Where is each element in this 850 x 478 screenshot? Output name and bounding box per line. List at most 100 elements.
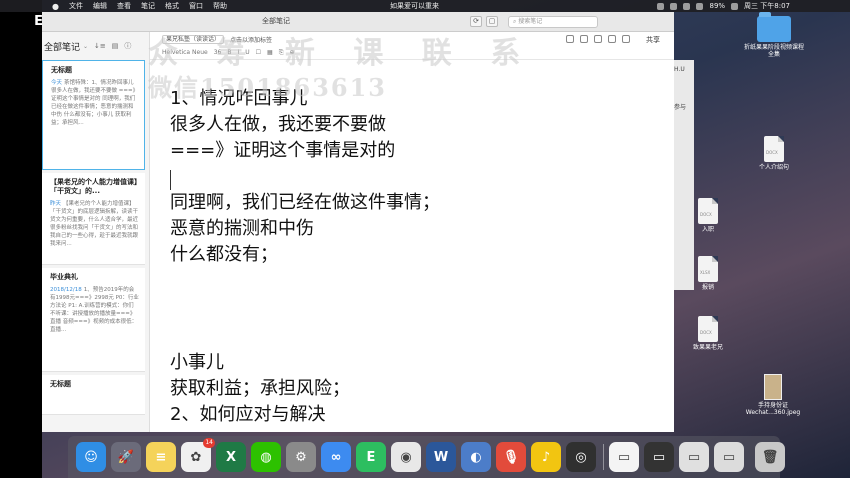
dock-separator [603, 444, 604, 470]
note-card[interactable]: 无标题 今天 茶馆特殊：1、情况昨回事儿 很多人在做，我还要不要做 ===》证明这… [42, 60, 145, 170]
reminder-icon[interactable] [566, 35, 574, 43]
note-date: 昨天 [50, 201, 62, 207]
text-cursor [170, 170, 171, 190]
now-playing[interactable]: 如果爱可以重来 [390, 1, 439, 11]
trash-icon[interactable] [622, 35, 630, 43]
watermark-line: 微信15018636​13 [148, 73, 387, 102]
dock-app-excel[interactable]: X [216, 442, 246, 472]
menu-view[interactable]: 查看 [117, 1, 131, 11]
docx-icon: DOCX [764, 136, 784, 162]
menu-note[interactable]: 笔记 [141, 1, 155, 11]
background-window[interactable]: H.U 参与 [672, 60, 694, 290]
photos-icon: ✿ [190, 449, 202, 465]
note-line: 同理啊，我们已经在做这件事情； [170, 192, 440, 213]
dock-app-preview-2[interactable]: ▭ [644, 442, 674, 472]
desktop-icon-label: 个人介绍句 [758, 164, 789, 171]
note-preview-text: 1、预告2019年的会有1998元===》2998元 P0：行业方法论 P1: … [50, 287, 139, 333]
desktop-file[interactable]: DOCX 致果果老兄 [684, 316, 732, 351]
sync-icon[interactable]: ⟳ [470, 16, 482, 27]
note-line: 什么都没有； [170, 244, 278, 265]
battery-icon[interactable] [731, 2, 739, 10]
note-list-title[interactable]: 全部笔记 [44, 40, 80, 53]
note-list: 全部笔记 ⌄ ↓≡ ▤ ⓘ 无标题 今天 茶馆特殊：1、情况昨回事儿 很多人在做，… [42, 32, 150, 432]
note-preview-text: 【果老兄的个人能力增值课】「干货文」的底层逻辑拆解，读读干货文为何重要，什么人适… [50, 201, 139, 247]
sort-icon[interactable]: ↓≡ [94, 42, 106, 50]
desktop-screen: ● Evernote 文件 编辑 查看 笔记 格式 窗口 帮助 如果爱可以重来 … [0, 0, 850, 478]
dock-app-finder[interactable]: ☺ [76, 442, 106, 472]
note-title: 【果老兄的个人能力增值课】「干货文」的... [50, 178, 138, 195]
dock-app-qq-music[interactable]: ♪ [531, 442, 561, 472]
tray-icon[interactable] [670, 2, 678, 10]
excel-icon: X [225, 449, 237, 465]
menu-edit[interactable]: 编辑 [93, 1, 107, 11]
menu-window[interactable]: 窗口 [189, 1, 203, 11]
wechat-icon: ◍ [260, 449, 272, 465]
note-preview: 今天 茶馆特殊：1、情况昨回事儿 很多人在做，我还要不要做 ===》证明这个事情是… [51, 79, 138, 127]
partial-window-text: 参与 [674, 104, 687, 111]
qq-music-icon: ♪ [541, 449, 551, 465]
dock-app-word[interactable]: W [426, 442, 456, 472]
note-line: 小事儿 [170, 352, 224, 373]
layout-icon[interactable]: ▢ [486, 16, 498, 27]
note-title: 毕业典礼 [50, 273, 78, 281]
desktop-file[interactable]: 手持身份证 Wechat...360.jpeg [738, 374, 808, 416]
dock-app-wechat[interactable]: ◍ [251, 442, 281, 472]
tray-icon[interactable] [657, 2, 665, 10]
battery-percent[interactable]: 89% [709, 2, 725, 10]
note-line: 很多人在做，我还要不要做 [170, 114, 386, 135]
note-title: 无标题 [50, 380, 71, 388]
note-preview-text: 茶馆特殊：1、情况昨回事儿 很多人在做，我还要不要做 ===》证明这个事情是对的… [51, 80, 136, 126]
desktop-icon-label: 折纸果果阶段视频课程全集 [743, 44, 804, 58]
preview-1-icon: ▭ [617, 449, 631, 465]
trash-icon: 🗑 [761, 449, 779, 465]
star-icon[interactable] [608, 35, 616, 43]
menu-clock[interactable]: 周三 下午8:07 [744, 1, 790, 11]
dock-app-baidu-netdisk[interactable]: ∞ [321, 442, 351, 472]
dock-app-network-tool[interactable]: ◐ [461, 442, 491, 472]
dock-app-chrome[interactable]: ◉ [391, 442, 421, 472]
note-list-header: 全部笔记 ⌄ ↓≡ ▤ ⓘ [42, 32, 149, 60]
note-title: 无标题 [51, 66, 72, 74]
window-title: 全部笔记 [262, 17, 290, 25]
dock-app-voice-memo[interactable]: 🎙 [496, 442, 526, 472]
dock-app-notes[interactable]: ≡ [146, 442, 176, 472]
preview-2-icon: ▭ [652, 449, 666, 465]
dock-app-obs[interactable]: ◎ [566, 442, 596, 472]
dock-app-launchpad[interactable]: 🚀 [111, 442, 141, 472]
info-icon[interactable] [580, 35, 588, 43]
preview-3-icon: ▭ [687, 449, 701, 465]
dock-app-preview-3[interactable]: ▭ [679, 442, 709, 472]
dock: ☺ 🚀 ≡ ✿ 14 X ◍ ⚙ ∞ E ◉ W ◐ 🎙 ♪ ◎ ▭ ▭ ▭ ▭ 🗑 [68, 436, 785, 478]
status-tray: 89% 周三 下午8:07 [657, 0, 790, 12]
note-line: 获取利益；承担风险； [170, 378, 350, 399]
note-preview: 2018/12/18 1、预告2019年的会有1998元===》2998元 P0：… [50, 286, 139, 344]
launchpad-icon: 🚀 [117, 449, 135, 465]
dock-app-preview-4[interactable]: ▭ [714, 442, 744, 472]
wifi-icon[interactable] [696, 2, 704, 10]
notes-icon: ≡ [155, 449, 167, 465]
dock-app-system-preferences[interactable]: ⚙ [286, 442, 316, 472]
info-icon[interactable]: ⓘ [124, 41, 131, 51]
dock-app-preview-1[interactable]: ▭ [609, 442, 639, 472]
view-icon[interactable]: ▤ [112, 42, 119, 50]
note-card[interactable]: 无标题 [42, 375, 145, 415]
note-line: 2、如何应对与解决 [170, 404, 326, 425]
desktop-icon-label: 手持身份证 Wechat...360.jpeg [745, 402, 801, 416]
desktop-icon-label: 致果果老兄 [692, 344, 723, 351]
desktop-file[interactable]: DOCX 个人介绍句 [752, 136, 796, 171]
chevron-down-icon[interactable]: ⌄ [83, 43, 88, 50]
dock-app-trash[interactable]: 🗑 [755, 442, 785, 472]
presentation-icon[interactable] [594, 35, 602, 43]
share-button[interactable]: 共享 [646, 35, 660, 45]
desktop-folder[interactable]: 折纸果果阶段视频课程全集 [742, 12, 806, 58]
search-placeholder: 搜索笔记 [518, 18, 543, 25]
dock-app-photos[interactable]: ✿ 14 [181, 438, 215, 472]
note-card[interactable]: 毕业典礼 2018/12/18 1、预告2019年的会有1998元===》2998… [42, 268, 145, 372]
tray-icon[interactable] [683, 2, 691, 10]
note-card[interactable]: 【果老兄的个人能力增值课】「干货文」的... 昨天 【果老兄的个人能力增值课】「干… [42, 173, 145, 265]
menu-format[interactable]: 格式 [165, 1, 179, 11]
search-input[interactable]: ⌕ 搜索笔记 [508, 16, 598, 28]
note-date: 2018/12/18 [50, 287, 82, 293]
menu-help[interactable]: 帮助 [213, 1, 227, 11]
dock-app-evernote[interactable]: E [356, 442, 386, 472]
